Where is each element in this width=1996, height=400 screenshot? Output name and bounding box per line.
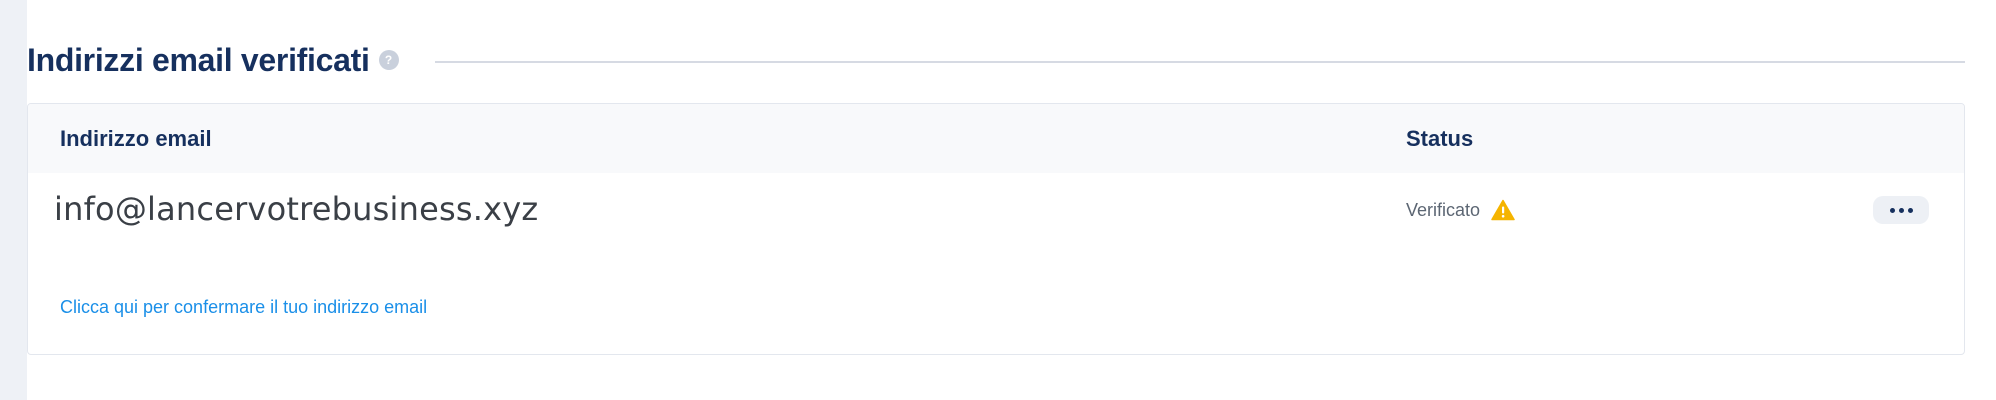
column-header-email: Indirizzo email [60, 125, 212, 151]
more-actions-button[interactable] [1873, 196, 1929, 224]
more-horizontal-icon [1889, 207, 1895, 213]
help-icon-glyph: ? [384, 53, 393, 67]
section-divider [434, 61, 1965, 63]
more-horizontal-icon-dot [1907, 207, 1913, 213]
status-cell: Verificato [1406, 196, 1515, 224]
section-header: Indirizzi email verificati ? [27, 38, 1965, 82]
more-horizontal-icon-dot [1898, 207, 1904, 213]
table-header: Indirizzo email Status [28, 104, 1964, 173]
email-table-card: Indirizzo email Status info@lancervotreb… [27, 103, 1965, 355]
confirm-email-link[interactable]: Clicca qui per confermare il tuo indiriz… [60, 297, 427, 318]
status-text: Verificato [1406, 199, 1481, 220]
section-title: Indirizzi email verificati [27, 41, 370, 78]
warning-triangle-icon[interactable] [1491, 199, 1515, 221]
column-header-status: Status [1406, 125, 1474, 151]
email-address-value: info@lancervotrebusiness.xyz [54, 190, 539, 228]
question-circle-icon[interactable]: ? [378, 50, 399, 70]
